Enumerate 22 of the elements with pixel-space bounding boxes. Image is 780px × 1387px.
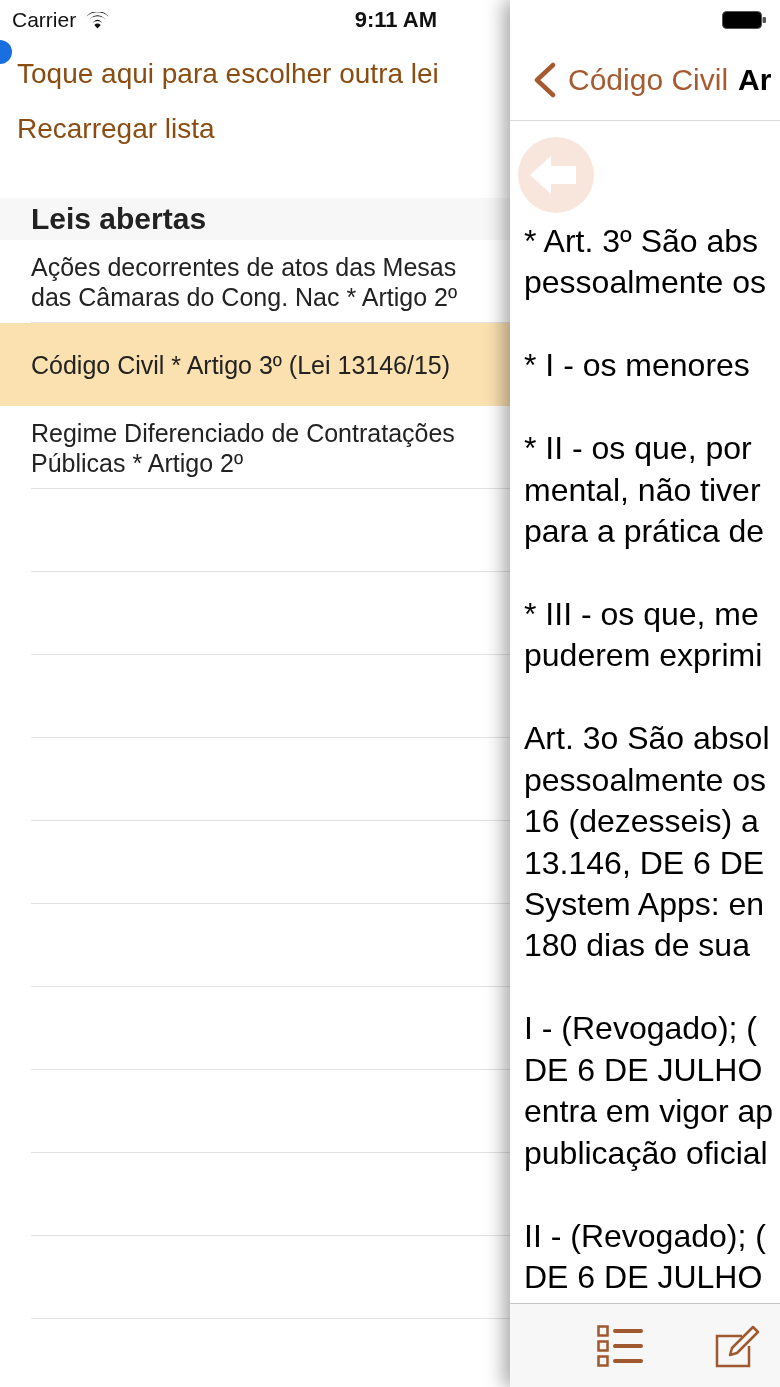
reload-list-link[interactable]: Recarregar lista bbox=[17, 113, 215, 145]
list-icon[interactable] bbox=[597, 1323, 643, 1368]
section-header: Leis abertas bbox=[0, 198, 510, 240]
carrier-label: Carrier bbox=[12, 8, 77, 32]
article-paragraph: * I - os menores bbox=[524, 346, 751, 386]
back-button[interactable]: Código Civil bbox=[532, 62, 729, 98]
law-list-item[interactable]: Regime Diferenciado de Contratações Públicas * Artigo 2º bbox=[0, 406, 510, 489]
law-list-item[interactable]: Código Civil * Artigo 3º (Lei 13146/15) bbox=[0, 323, 510, 406]
article-paragraph: II - (Revogado); ( DE 6 DE JULHO bbox=[524, 1216, 767, 1297]
article-paragraph: * Art. 3º São abs pessoalmente os bbox=[524, 222, 767, 303]
battery-icon bbox=[722, 11, 766, 29]
chevron-left-icon bbox=[532, 62, 556, 98]
law-list-item[interactable]: Ações decorrentes de atos das Mesas das Câmaras do Cong. Nac * Artigo 2º bbox=[0, 240, 510, 323]
choose-law-link[interactable]: Toque aqui para escolher outra lei bbox=[17, 58, 439, 90]
wifi-icon bbox=[86, 11, 110, 29]
compose-icon[interactable] bbox=[715, 1323, 761, 1368]
article-paragraph: * II - os que, por mental, não tiver para a prática de bbox=[524, 429, 766, 552]
article-paragraph: * III - os que, me puderem exprimi bbox=[524, 594, 764, 676]
article-paragraph: Art. 3o São absol pessoalmente os 16 (dezesseis) a 13.146, DE 6 DE System Apps: en 180 dias de sua bbox=[524, 719, 771, 966]
nav-title: Ar bbox=[738, 63, 772, 97]
status-time: 9:11 AM bbox=[354, 7, 437, 33]
article-paragraph: I - (Revogado); ( DE 6 DE JULHO entra em vigor ap publicação oficial bbox=[524, 1009, 774, 1173]
